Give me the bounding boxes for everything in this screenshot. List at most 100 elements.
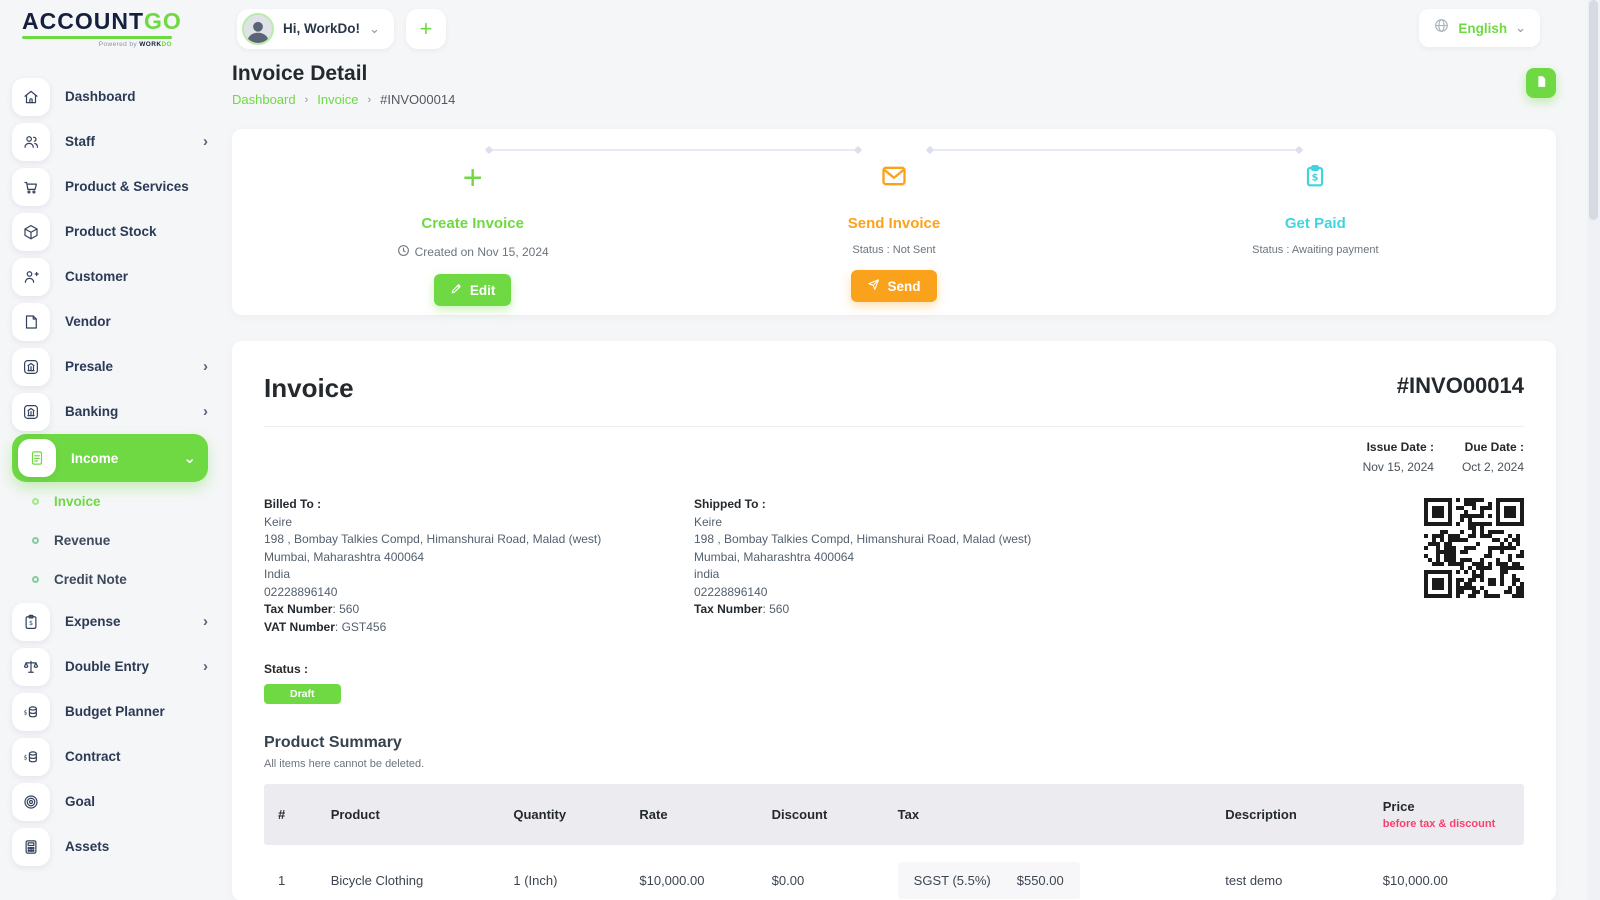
contract-coins-icon: $ [12,737,50,776]
sidebar-subitem-invoice[interactable]: Invoice [0,482,222,521]
sidebar-item-income[interactable]: Income ⌄ [12,434,208,482]
breadcrumb-dashboard[interactable]: Dashboard [232,92,296,107]
calculator-icon [12,827,50,866]
cell-quantity: 1 (Inch) [503,845,630,900]
chevron-right-icon: › [203,403,208,420]
invoice-status: Status : Draft [264,662,1524,704]
sidebar-item-staff[interactable]: Staff › [0,119,222,164]
chevron-right-icon: › [367,93,372,106]
breadcrumb: Dashboard › Invoice › #INVO00014 [232,92,1526,107]
document-icon [1534,74,1549,92]
col-rate: Rate [629,784,762,845]
invoice-heading: Invoice [264,373,354,403]
send-invoice-button[interactable]: Send [851,270,937,302]
col-index: # [264,784,321,845]
chevron-down-icon: ⌄ [369,20,380,36]
user-plus-icon [12,257,50,296]
sidebar-item-goal[interactable]: Goal [0,779,222,824]
cell-tax: SGST (5.5%) $550.00 [887,845,1216,900]
presale-bank-icon [12,347,50,386]
sidebar-item-presale[interactable]: Presale › [0,344,222,389]
quick-add-button[interactable]: + [405,8,446,49]
language-label: English [1458,20,1508,36]
cell-index: 1 [264,845,321,900]
sidebar-subitem-revenue[interactable]: Revenue [0,521,222,560]
sidebar-item-assets[interactable]: Assets [0,824,222,869]
bullet-icon [32,576,39,583]
vendor-file-icon [12,302,50,341]
step-get-paid: $ Get Paid Status : Awaiting payment [1105,157,1526,306]
sidebar: Dashboard Staff › Product & Services Pro… [0,62,222,900]
sidebar-item-contract[interactable]: $ Contract [0,734,222,779]
chevron-right-icon: › [203,358,208,375]
product-summary-title: Product Summary [264,734,402,751]
product-table: # Product Quantity Rate Discount Tax Des… [264,784,1524,900]
address-section: Billed To : Keire 198 , Bombay Talkies C… [264,496,1524,636]
col-tax: Tax [887,784,1216,845]
invoice-number: #INVO00014 [1396,373,1524,398]
step-connector [930,149,1300,151]
price-subheader: before tax & discount [1382,818,1496,830]
sidebar-item-banking[interactable]: Banking › [0,389,222,434]
step-send-invoice: Send Invoice Status : Not Sent Send [683,157,1104,306]
invoice-progress-card: + Create Invoice Created on Nov 15, 2024… [232,129,1556,315]
sidebar-item-dashboard[interactable]: Dashboard [0,74,222,119]
sidebar-item-customer[interactable]: Customer [0,254,222,299]
sidebar-item-vendor[interactable]: Vendor [0,299,222,344]
svg-text:$: $ [29,619,33,627]
plus-icon: + [462,159,483,197]
main-content: Invoice Detail Dashboard › Invoice › #IN… [222,62,1556,900]
paid-clipboard-icon: $ [1302,163,1328,194]
svg-text:$: $ [24,709,28,716]
scrollbar[interactable] [1587,0,1600,900]
due-date-value: Oct 2, 2024 [1461,460,1524,474]
cell-product: Bicycle Clothing [320,845,504,900]
scrollbar-thumb[interactable] [1589,0,1598,220]
cell-description: test demo [1215,845,1373,900]
breadcrumb-current: #INVO00014 [380,92,456,107]
logo-text: ACCOUNTGO [22,7,182,34]
table-row: 1 Bicycle Clothing 1 (Inch) $10,000.00 $… [264,845,1524,900]
sidebar-item-expense[interactable]: $ Expense › [0,599,222,644]
sidebar-item-product-services[interactable]: Product & Services [0,164,222,209]
edit-invoice-button[interactable]: Edit [433,274,512,306]
budget-coins-icon: $ [12,692,50,731]
page-title: Invoice Detail [232,62,368,85]
cell-price: $10,000.00 [1372,845,1524,900]
step-create-invoice: + Create Invoice Created on Nov 15, 2024… [262,157,683,306]
breadcrumb-invoice[interactable]: Invoice [317,92,358,107]
chevron-down-icon: ⌄ [183,450,196,467]
globe-icon [1433,17,1450,39]
chevron-right-icon: › [203,133,208,150]
invoice-detail-card: Invoice #INVO00014 Issue Date : Nov 15, … [232,341,1556,900]
export-invoice-button[interactable] [1526,68,1556,98]
target-icon [12,782,50,821]
language-selector[interactable]: English ⌄ [1419,9,1540,47]
income-doc-icon [18,439,56,477]
col-price: Price before tax & discount [1372,784,1524,845]
issue-date-value: Nov 15, 2024 [1362,460,1434,474]
sidebar-item-double-entry[interactable]: Double Entry › [0,644,222,689]
due-date-label: Due Date : [1464,440,1524,454]
chevron-right-icon: › [203,658,208,675]
expense-clipboard-icon: $ [12,602,50,641]
created-status-text: Created on Nov 15, 2024 [414,245,549,259]
status-badge: Draft [264,684,341,704]
user-greeting: Hi, WorkDo! [283,21,360,36]
home-icon [12,77,50,116]
sidebar-subitem-credit-note[interactable]: Credit Note [0,560,222,599]
bullet-icon [32,537,39,544]
col-product: Product [320,784,504,845]
box-icon [12,212,50,251]
status-label: Status : [264,662,309,676]
paper-plane-icon [867,278,880,294]
chevron-right-icon: › [304,93,309,106]
user-menu[interactable]: Hi, WorkDo! ⌄ [237,8,394,49]
bullet-icon [32,498,39,505]
sidebar-item-budget-planner[interactable]: $ Budget Planner [0,689,222,734]
col-description: Description [1215,784,1373,845]
table-header-row: # Product Quantity Rate Discount Tax Des… [264,784,1524,845]
sidebar-item-product-stock[interactable]: Product Stock [0,209,222,254]
avatar [242,12,274,45]
app-logo: ACCOUNTGO Powered by WORKDO [0,7,222,48]
